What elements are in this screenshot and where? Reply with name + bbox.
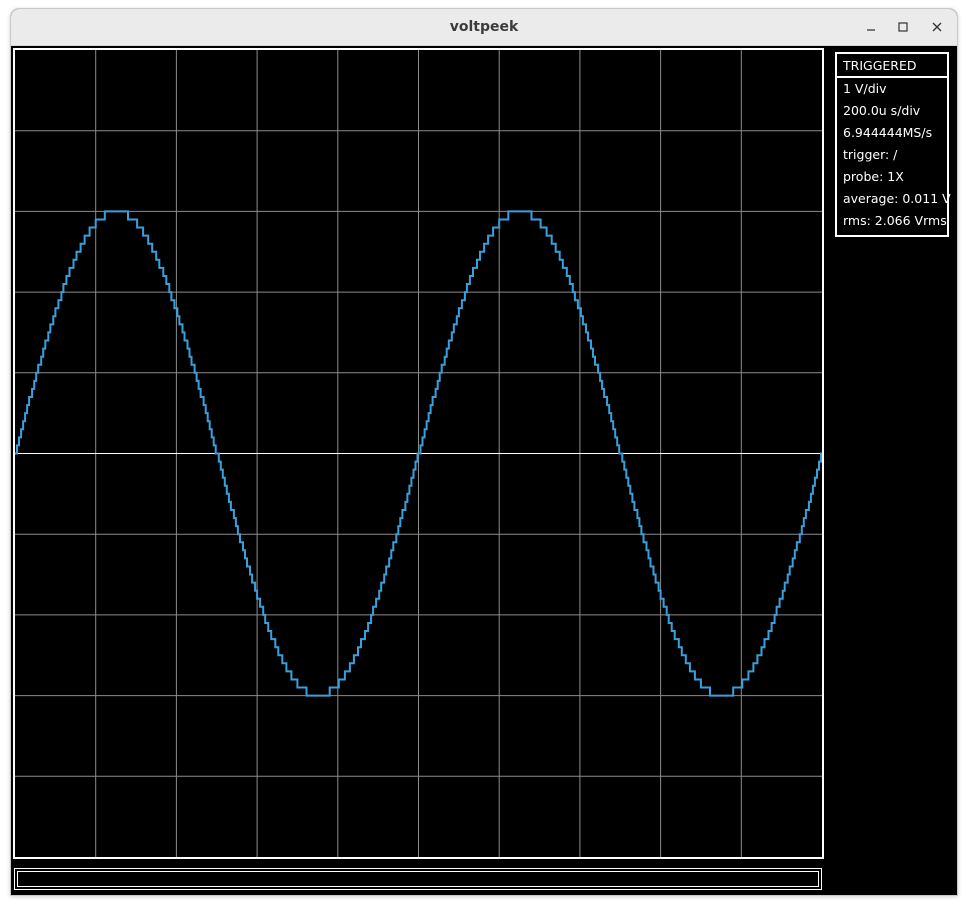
maximize-icon [898, 22, 908, 32]
trigger-state-label: TRIGGERED [837, 54, 947, 78]
trigger-type-label: trigger: / [843, 147, 898, 162]
oscilloscope-display[interactable] [13, 48, 824, 859]
minimize-icon [867, 29, 875, 31]
rms-label: rms: 2.066 Vrms [843, 213, 947, 228]
scope-content: TRIGGERED 1 V/div 200.0u s/div 6.944444M… [11, 46, 957, 895]
time-per-div-label: 200.0u s/div [843, 103, 921, 118]
close-button[interactable] [925, 15, 949, 39]
minimize-button[interactable] [859, 15, 883, 39]
window-title: voltpeek [449, 19, 519, 35]
command-input[interactable] [14, 868, 822, 890]
command-input-inner[interactable] [17, 871, 819, 887]
maximize-button[interactable] [891, 15, 915, 39]
close-icon [932, 22, 942, 32]
probe-label: probe: 1X [843, 169, 904, 184]
volts-per-div-label: 1 V/div [843, 81, 887, 96]
title-bar[interactable]: voltpeek [11, 9, 957, 46]
sample-rate-label: 6.944444MS/s [843, 125, 933, 140]
app-window: voltpeek TRIGGERED 1 V/div 200.0u s/div … [10, 8, 958, 896]
average-label: average: 0.011 V [843, 191, 951, 206]
status-panel: TRIGGERED 1 V/div 200.0u s/div 6.944444M… [835, 52, 951, 237]
